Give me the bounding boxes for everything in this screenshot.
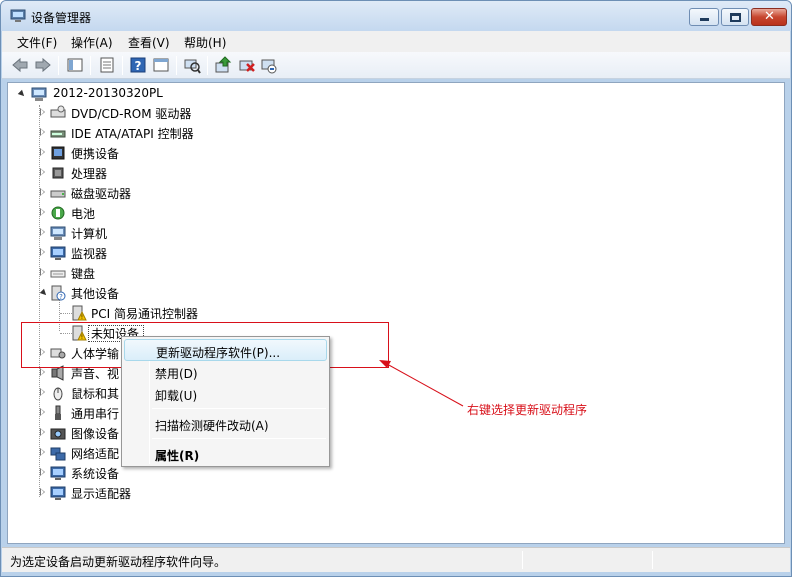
annotation-text: 右键选择更新驱动程序 <box>467 403 588 417</box>
status-bar: 为选定设备启动更新驱动程序软件向导。 <box>2 547 790 572</box>
status-text: 为选定设备启动更新驱动程序软件向导。 <box>10 555 227 569</box>
device-manager-window: 设备管理器 ✕ 文件(F) 操作(A) 查看(V) 帮助(H) ? 2012-2… <box>0 0 792 577</box>
annotation-arrow-icon <box>379 360 464 407</box>
status-divider <box>522 551 523 569</box>
status-divider <box>652 551 653 569</box>
